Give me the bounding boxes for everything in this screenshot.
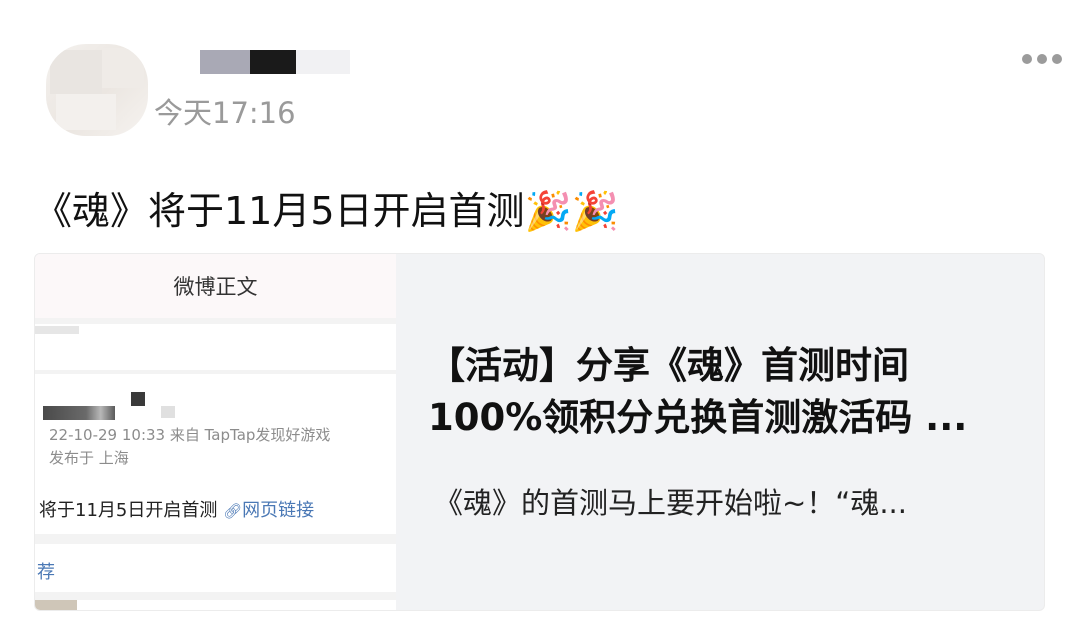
redacted-badge	[131, 392, 145, 406]
redacted-name	[43, 406, 115, 420]
redacted-badge-2	[161, 406, 175, 418]
thumbnail-content-text: 将于11月5日开启首测	[39, 500, 218, 521]
card-thumbnail: 微博正文 22-10-29 10:33 来自 TapTap发现好游戏 发布于 上…	[35, 254, 396, 610]
thumbnail-bottom-panel	[35, 600, 396, 610]
weibo-post: 今天17:16 《魂》将于11月5日开启首测🎉🎉 微博正文 22-10-29 1…	[0, 0, 1080, 619]
post-text: 《魂》将于11月5日开启首测🎉🎉	[34, 180, 619, 235]
post-time: 今天17:16	[154, 96, 296, 130]
thumbnail-header: 微博正文	[35, 254, 396, 318]
username-redacted[interactable]	[200, 50, 350, 74]
link-card[interactable]: 微博正文 22-10-29 10:33 来自 TapTap发现好游戏 发布于 上…	[34, 253, 1045, 611]
card-title-line1: 【活动】分享《魂》首测时间	[428, 344, 909, 387]
thumbnail-tab-text: 荐	[37, 562, 55, 583]
thumbnail-tab-panel	[35, 544, 396, 592]
card-title: 【活动】分享《魂》首测时间 100%领积分兑换首测激活码 ...	[428, 340, 1028, 444]
card-title-line2: 100%领积分兑换首测激活码 ...	[428, 396, 968, 439]
thumbnail-link: 网页链接	[242, 500, 315, 521]
card-description: 《魂》的首测马上要开始啦~！“魂...	[434, 486, 907, 520]
thumbnail-meta-date: 22-10-29 10:33 来自 TapTap发现好游戏	[49, 426, 331, 444]
card-text: 【活动】分享《魂》首测时间 100%领积分兑换首测激活码 ... 《魂》的首测马…	[396, 254, 1044, 610]
link-icon: 🔗︎	[223, 502, 243, 520]
thumbnail-meta-location: 发布于 上海	[49, 449, 129, 467]
post-text-content: 《魂》将于11月5日开启首测	[34, 189, 525, 233]
thumbnail-content: 将于11月5日开启首测 🔗︎网页链接	[39, 496, 314, 522]
more-dots-icon[interactable]	[1022, 52, 1062, 66]
thumbnail-panel	[35, 324, 396, 370]
party-popper-emoji: 🎉🎉	[524, 189, 620, 233]
avatar[interactable]	[46, 44, 148, 136]
